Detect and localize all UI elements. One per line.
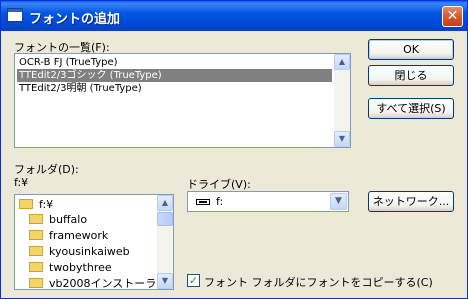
close-button[interactable]: 閉じる	[368, 65, 454, 86]
drive-select[interactable]: f: ▼	[187, 191, 349, 212]
folder-item[interactable]: vb2008インストーラー	[29, 275, 168, 290]
folder-item-label: f:¥	[39, 198, 54, 211]
current-path: f:¥	[14, 176, 29, 189]
folder-item-label: kyousinkaiweb	[49, 245, 130, 258]
font-item[interactable]: OCR-B FJ (TrueType)	[17, 56, 120, 69]
folder-icon	[29, 278, 43, 288]
folder-icon	[29, 230, 43, 240]
folder-item-label: vb2008インストーラー	[49, 277, 168, 290]
close-window-button[interactable]: ✕	[442, 6, 463, 27]
folder-icon	[29, 214, 43, 224]
scroll-down-button[interactable]: ▼	[334, 131, 350, 147]
folder-list-scrollbar[interactable]: ▲ ▼	[157, 195, 173, 289]
chevron-down-icon[interactable]: ▼	[330, 193, 347, 210]
window-title: フォントの追加	[29, 12, 121, 27]
drive-icon	[196, 199, 210, 205]
scroll-up-button[interactable]: ▲	[157, 195, 173, 211]
folder-icon	[29, 262, 43, 272]
font-item-selected[interactable]: TTEdit2/3ゴシック (TrueType)	[17, 69, 332, 82]
copy-fonts-label[interactable]: フォント フォルダにフォントをコピーする(C)	[204, 274, 433, 290]
folder-icon	[29, 246, 43, 256]
folder-item-label: buffalo	[49, 213, 88, 226]
font-item[interactable]: TTEdit2/3明朝 (TrueType)	[17, 82, 144, 95]
copy-fonts-checkbox[interactable]: ✓	[187, 274, 200, 287]
scroll-up-button[interactable]: ▲	[334, 54, 350, 70]
folder-list[interactable]: f:¥ buffalo framework kyousinkaiweb twob…	[14, 194, 174, 290]
drive-value: f:	[216, 195, 224, 208]
open-folder-icon	[19, 199, 33, 209]
drive-label: ドライブ(V):	[187, 178, 251, 191]
folder-item-label: twobythree	[49, 261, 112, 274]
folder-label: フォルダ(D):	[14, 163, 79, 176]
add-fonts-dialog: フォントの追加 ✕ フォントの一覧(F): OCR-B FJ (TrueType…	[0, 0, 468, 299]
ok-button[interactable]: OK	[368, 39, 454, 60]
font-list-scrollbar[interactable]: ▲ ▼	[334, 54, 350, 147]
scroll-down-button[interactable]: ▼	[157, 273, 173, 289]
title-bar[interactable]: フォントの追加 ✕	[1, 1, 467, 31]
select-all-button[interactable]: すべて選択(S)	[368, 98, 454, 119]
scroll-thumb[interactable]	[157, 212, 173, 226]
folder-item-label: framework	[49, 229, 109, 242]
network-button[interactable]: ネットワーク...	[368, 191, 454, 212]
font-list[interactable]: OCR-B FJ (TrueType) TTEdit2/3ゴシック (TrueT…	[14, 53, 351, 148]
window-icon	[7, 8, 23, 22]
